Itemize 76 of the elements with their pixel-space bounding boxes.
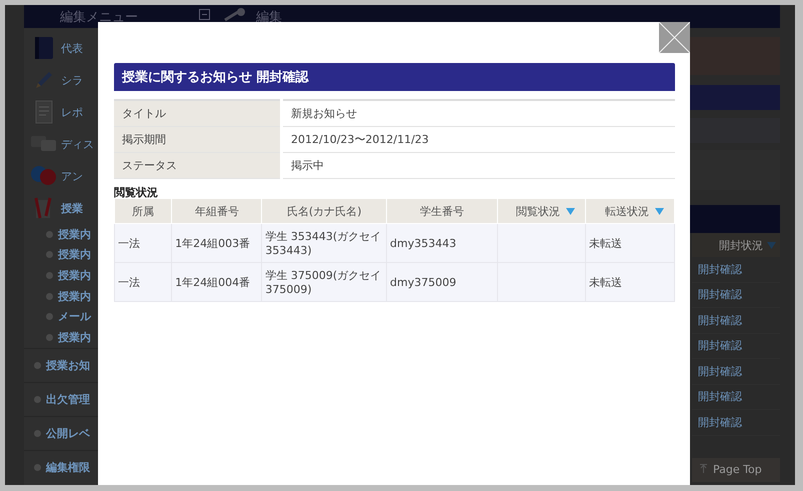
info-label: ステータス [114,152,282,178]
pencil-icon [33,69,55,91]
table-cell: 一法 [118,236,140,250]
open-check-link[interactable]: 開封確認 [698,364,742,379]
sidebar-subitem[interactable]: 授業内 [58,330,91,345]
table-cell: dmy353443 [390,236,456,250]
book-icon [33,36,55,60]
qa-bubbles-icon [30,165,58,187]
info-label: 掲示期間 [114,126,282,152]
info-label: タイトル [114,100,282,126]
close-icon [659,22,690,53]
document-icon [34,100,54,124]
dropdown-icon[interactable] [566,208,576,214]
info-value: 2012/10/23〜2012/11/23 [282,126,675,152]
sidebar-section[interactable]: 公開レベ [46,426,90,441]
column-label: 開封状況 [719,238,763,252]
sidebar-section[interactable]: 出欠管理 [46,392,90,407]
sidebar-item[interactable]: アン [61,168,83,184]
sidebar-section[interactable]: 編集権限 [46,460,90,475]
sidebar-item[interactable]: シラ [61,72,83,88]
column-header: 学生番号 [386,199,498,224]
bullet-icon [46,230,53,238]
table-cell: dmy375009 [390,276,456,288]
dropdown-icon[interactable] [767,242,776,248]
bullet-icon [46,272,53,279]
bullet-icon [34,396,41,403]
sidebar-subitem[interactable]: 授業内 [58,268,91,283]
section-title: 編集 [256,8,282,26]
dropdown-icon[interactable] [655,208,664,214]
section-title: 閲覧状況 [114,185,159,199]
page-top-label: Page Top [713,463,762,476]
bullet-icon [46,334,53,341]
sidebar-item[interactable]: ディス [61,136,94,152]
column-header: 所属 [114,199,172,224]
wrench-icon [224,8,246,22]
sidebar-item[interactable]: 授業 [61,200,83,216]
info-value: 掲示中 [282,152,675,178]
open-check-link[interactable]: 開封確認 [698,287,742,302]
bullet-icon [46,251,53,258]
open-check-link[interactable]: 開封確認 [698,338,742,354]
close-button[interactable] [659,22,690,53]
column-header: 氏名(カナ氏名) [262,199,387,224]
bullet-icon [34,464,41,471]
page-top-button[interactable]: Page Top [692,458,780,482]
table-cell: 1年24組003番 [175,236,250,250]
sidebar-item[interactable]: レポ [61,104,83,120]
up-arrow-icon [700,464,707,473]
sidebar-item[interactable]: 代表 [61,40,83,56]
column-label: 転送状況 [605,204,649,218]
bullet-icon [46,292,53,300]
sidebar-subitem[interactable]: 授業内 [58,288,91,304]
sidebar-subitem[interactable]: メール [58,309,91,324]
table-cell: 学生 375009(ガクセイ 375009) [265,269,382,296]
modal-title: 授業に関するお知らせ 開封確認 [114,63,675,91]
bullet-icon [34,362,41,369]
open-check-link[interactable]: 開封確認 [698,262,742,277]
table-cell: 学生 353443(ガクセイ 353443) [265,230,382,257]
table-cell: 未転送 [589,276,622,288]
bullet-icon [34,430,41,437]
column-header[interactable]: 転送状況 [586,199,674,224]
info-value: 新規お知らせ [282,100,675,126]
sidebar-section[interactable]: 授業お知 [46,358,90,373]
table-cell: 1年24組004番 [175,276,250,288]
column-header: 年組番号 [172,199,262,224]
sidebar-subitem[interactable]: 授業内 [58,226,91,242]
collapse-icon[interactable] [199,9,210,20]
table-cell: 一法 [118,276,140,288]
bullet-icon [46,313,53,320]
open-check-link[interactable]: 開封確認 [698,389,742,404]
column-label: 閲覧状況 [516,204,560,218]
open-check-link[interactable]: 開封確認 [698,312,742,328]
column-header[interactable]: 閲覧状況 [498,199,586,224]
menu-title: 編集メニュー [60,8,138,26]
sidebar-subitem[interactable]: 授業内 [58,247,91,262]
open-check-link[interactable]: 開封確認 [698,414,742,430]
table-cell: 未転送 [589,236,622,250]
